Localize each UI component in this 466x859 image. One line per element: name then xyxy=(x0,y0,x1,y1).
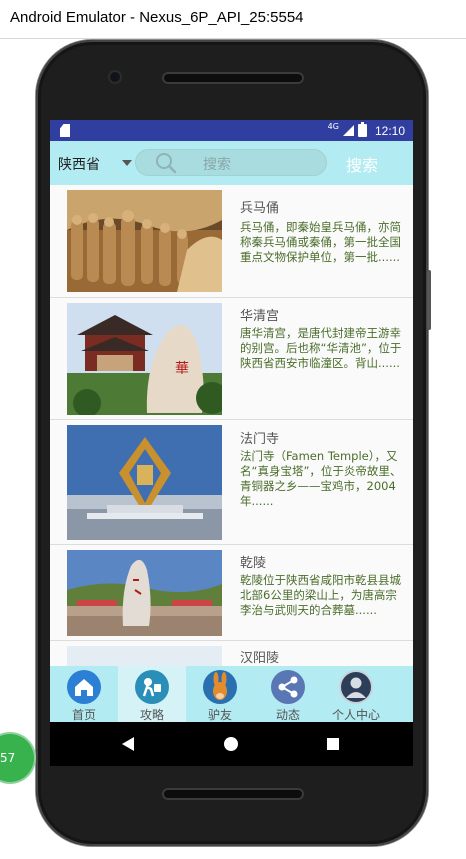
attraction-title: 兵马俑 xyxy=(240,201,280,216)
home-button-icon[interactable] xyxy=(224,737,238,751)
home-icon xyxy=(67,670,101,704)
search-header: 陕西省 搜索 搜索 xyxy=(50,141,413,185)
sd-card-icon xyxy=(60,124,70,137)
attraction-thumbnail xyxy=(67,425,222,540)
power-button[interactable] xyxy=(427,270,431,330)
bottom-navigation: 首页 攻略 驴友 动态 个人中心 xyxy=(50,666,413,722)
signal-icon xyxy=(342,125,354,136)
search-button[interactable]: 搜索 xyxy=(346,152,378,176)
front-camera xyxy=(110,72,120,82)
attraction-thumbnail xyxy=(67,646,222,666)
battery-icon xyxy=(357,122,367,137)
nav-label: 攻略 xyxy=(139,708,164,722)
search-input[interactable]: 搜索 xyxy=(135,149,327,176)
nav-item-home[interactable]: 首页 xyxy=(50,666,118,722)
nav-item-profile[interactable]: 个人中心 xyxy=(322,666,390,722)
floating-badge[interactable]: 57 xyxy=(0,734,34,782)
bottom-speaker xyxy=(162,788,304,800)
list-item[interactable]: 乾陵 乾陵位于陕西省咸阳市乾县县城北部6公里的梁山上，为唐高宗李治与武则天的合葬… xyxy=(50,545,413,641)
guide-icon xyxy=(135,670,169,704)
nav-label: 首页 xyxy=(71,708,96,722)
device-screen: 4G 12:10 陕西省 搜索 搜索 兵马俑 兵马俑，即秦始皇兵马俑，亦简称秦兵… xyxy=(50,120,413,766)
svg-text:華: 華 xyxy=(175,361,189,377)
search-icon xyxy=(155,152,177,174)
recents-icon[interactable] xyxy=(327,738,339,750)
attraction-thumbnail: 華 xyxy=(67,303,222,415)
system-navigation-bar xyxy=(50,722,413,766)
list-item[interactable]: 汉阳陵 xyxy=(50,641,413,666)
profile-icon xyxy=(339,670,373,704)
nav-item-friends[interactable]: 驴友 xyxy=(186,666,254,722)
province-selector[interactable]: 陕西省 xyxy=(58,154,100,174)
attraction-list[interactable]: 兵马俑 兵马俑，即秦始皇兵马俑，亦简称秦兵马俑或秦俑，第一批全国重点文物保护单位… xyxy=(50,185,413,666)
list-item[interactable]: 兵马俑 兵马俑，即秦始皇兵马俑，亦简称秦兵马俑或秦俑，第一批全国重点文物保护单位… xyxy=(50,185,413,298)
list-item[interactable]: 法门寺 法门寺（Famen Temple），又名“真身宝塔”，位于炎帝故里、青铜… xyxy=(50,420,413,545)
nav-label: 驴友 xyxy=(207,708,232,722)
attraction-title: 法门寺 xyxy=(240,432,280,447)
nav-item-moments[interactable]: 动态 xyxy=(254,666,322,722)
list-item[interactable]: 華 华清宫 唐华清宫，是唐代封建帝王游幸的别宫。后也称“华清池”，位于陕西省西安… xyxy=(50,298,413,420)
attraction-title: 乾陵 xyxy=(240,556,267,571)
attraction-description: 唐华清宫，是唐代封建帝王游幸的别宫。后也称“华清池”，位于陕西省西安市临潼区。背… xyxy=(240,326,402,370)
nav-item-guide[interactable]: 攻略 xyxy=(118,666,186,722)
status-bar: 4G 12:10 xyxy=(50,120,413,141)
donkey-icon xyxy=(203,670,237,704)
search-placeholder: 搜索 xyxy=(203,157,231,173)
attraction-description: 乾陵位于陕西省咸阳市乾县县城北部6公里的梁山上，为唐高宗李治与武则天的合葬墓..… xyxy=(240,573,401,617)
network-type: 4G xyxy=(327,122,339,131)
share-icon xyxy=(271,670,305,704)
status-time: 12:10 xyxy=(374,123,405,138)
attraction-description: 兵马俑，即秦始皇兵马俑，亦简称秦兵马俑或秦俑，第一批全国重点文物保护单位，第一批… xyxy=(240,220,401,264)
attraction-thumbnail xyxy=(67,190,222,292)
nav-label: 动态 xyxy=(275,708,300,722)
emulator-window-title: Android Emulator - Nexus_6P_API_25:5554 xyxy=(10,9,304,26)
attraction-title: 华清宫 xyxy=(240,309,280,324)
floating-badge-text: 57 xyxy=(0,751,16,765)
attraction-description: 法门寺（Famen Temple），又名“真身宝塔”，位于炎帝故里、青铜器之乡—… xyxy=(240,449,402,508)
attraction-thumbnail xyxy=(67,550,222,636)
emulator-title-bar: Android Emulator - Nexus_6P_API_25:5554 xyxy=(0,0,466,39)
nav-label: 个人中心 xyxy=(331,708,380,722)
top-speaker xyxy=(162,72,304,84)
attraction-title: 汉阳陵 xyxy=(240,651,280,666)
chevron-down-icon[interactable] xyxy=(122,160,132,166)
back-icon[interactable] xyxy=(122,737,134,751)
